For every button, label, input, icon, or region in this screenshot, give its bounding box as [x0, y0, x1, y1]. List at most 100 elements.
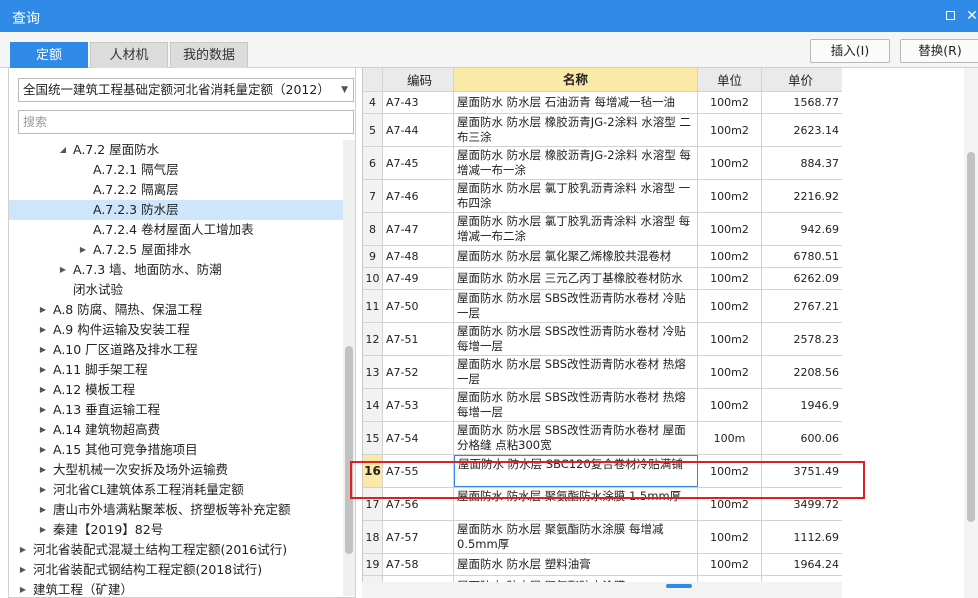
table-row[interactable]: 10 A7-49 屋面防水 防水层 三元乙丙丁基橡胶卷材防水 100m2 6262.09	[363, 268, 842, 290]
row-index[interactable]: 4	[363, 92, 383, 113]
cell-code[interactable]: A7-44	[383, 114, 454, 146]
row-index[interactable]: 7	[363, 180, 383, 212]
cell-price[interactable]: 2578.23	[762, 323, 842, 355]
cell-code[interactable]: A7-57	[383, 521, 454, 553]
cell-price[interactable]: 884.37	[762, 147, 842, 179]
table-row[interactable]: 13 A7-52 屋面防水 防水层 SBS改性沥青防水卷材 热熔 一层 100m2 22…	[363, 356, 842, 389]
tree-item[interactable]: A.7.2.3 防水层	[9, 200, 343, 220]
cell-unit[interactable]: 100m2	[698, 213, 762, 245]
cell-name[interactable]: 屋面防水 防水层 SBS改性沥青防水卷材 热熔 一层	[454, 356, 698, 388]
cell-code[interactable]: A7-47	[383, 213, 454, 245]
collapsed-triangle-icon[interactable]: ▶	[77, 240, 89, 260]
scrollbar-thumb[interactable]	[967, 152, 975, 522]
cell-unit[interactable]: 100m2	[698, 246, 762, 267]
scrollbar-thumb[interactable]	[345, 346, 353, 554]
cell-name[interactable]: 屋面防水 防水层 塑料油膏	[454, 554, 698, 575]
tree-item[interactable]: ▶ 秦建【2019】82号	[9, 520, 343, 540]
cell-name[interactable]: 屋面防水 防水层 三元乙丙丁基橡胶卷材防水	[454, 268, 698, 289]
collapsed-triangle-icon[interactable]: ▶	[17, 560, 29, 580]
tree-item[interactable]: ▶ A.8 防腐、隔热、保温工程	[9, 300, 343, 320]
cell-price[interactable]: 1568.77	[762, 92, 842, 113]
tree-item[interactable]: ▶ 河北省装配式钢结构工程定额(2018试行)	[9, 560, 343, 580]
collapsed-triangle-icon[interactable]: ▶	[37, 360, 49, 380]
cell-unit[interactable]: 100m2	[698, 268, 762, 289]
cell-price[interactable]: 1112.69	[762, 521, 842, 553]
maximize-button[interactable]	[940, 6, 960, 26]
cell-name[interactable]: 屋面防水 防水层 氯丁胶乳沥青涂料 水溶型 一布四涂	[454, 180, 698, 212]
cell-name[interactable]: 屋面防水 防水层 橡胶沥青JG-2涂料 水溶型 每增减一布一涂	[454, 147, 698, 179]
tree-item[interactable]: ▶ 建筑工程（矿建）	[9, 580, 343, 598]
tree-item[interactable]: ▶ A.14 建筑物超高费	[9, 420, 343, 440]
tree-item[interactable]: ▶ A.11 脚手架工程	[9, 360, 343, 380]
collapsed-triangle-icon[interactable]: ▶	[37, 380, 49, 400]
table-row[interactable]: 19 A7-58 屋面防水 防水层 塑料油膏 100m2 1964.24	[363, 554, 842, 576]
cell-code[interactable]: A7-48	[383, 246, 454, 267]
table-row[interactable]: 8 A7-47 屋面防水 防水层 氯丁胶乳沥青涂料 水溶型 每增减一布二涂 100m2…	[363, 213, 842, 246]
collapsed-triangle-icon[interactable]: ▶	[37, 400, 49, 420]
insert-button[interactable]: 插入(I)	[810, 39, 890, 63]
collapsed-triangle-icon[interactable]: ▶	[37, 480, 49, 500]
row-index[interactable]: 11	[363, 290, 383, 322]
cell-price[interactable]: 1964.24	[762, 554, 842, 575]
cell-price[interactable]: 942.69	[762, 213, 842, 245]
cell-code[interactable]: A7-46	[383, 180, 454, 212]
cell-name[interactable]: 屋面防水 防水层 SBS改性沥青防水卷材 冷贴 每增一层	[454, 323, 698, 355]
tree-item[interactable]: ◢ A.7.2 屋面防水	[9, 140, 343, 160]
cell-price[interactable]: 1946.9	[762, 389, 842, 421]
tree-item[interactable]: ▶ 唐山市外墙满粘聚苯板、挤塑板等补充定额	[9, 500, 343, 520]
tree-item[interactable]: ▶ A.13 垂直运输工程	[9, 400, 343, 420]
tree-item[interactable]: ▶ 河北省CL建筑体系工程消耗量定额	[9, 480, 343, 500]
tree-item[interactable]: ▶ A.15 其他可竞争措施项目	[9, 440, 343, 460]
tab-my-data[interactable]: 我的数据	[170, 42, 248, 68]
tree-item[interactable]: A.7.2.2 隔离层	[9, 180, 343, 200]
collapsed-triangle-icon[interactable]: ▶	[57, 260, 69, 280]
cell-code[interactable]: A7-58	[383, 554, 454, 575]
cell-price[interactable]: 2623.14	[762, 114, 842, 146]
tree-item[interactable]: ▶ 河北省装配式混凝土结构工程定额(2016试行)	[9, 540, 343, 560]
quota-library-select[interactable]: 全国统一建筑工程基础定额河北省消耗量定额（2012） ▼	[18, 78, 354, 102]
expanded-triangle-icon[interactable]: ◢	[57, 140, 69, 160]
cell-unit[interactable]: 100m2	[698, 554, 762, 575]
cell-price[interactable]: 2767.21	[762, 290, 842, 322]
row-index[interactable]: 19	[363, 554, 383, 575]
cell-code[interactable]: A7-50	[383, 290, 454, 322]
cell-code[interactable]: A7-53	[383, 389, 454, 421]
tree-item[interactable]: A.7.2.1 隔气层	[9, 160, 343, 180]
cell-price[interactable]: 2208.56	[762, 356, 842, 388]
cell-unit[interactable]: 100m2	[698, 290, 762, 322]
replace-button[interactable]: 替换(R)	[900, 39, 978, 63]
table-row[interactable]: 11 A7-50 屋面防水 防水层 SBS改性沥青防水卷材 冷贴 一层 100m2 27…	[363, 290, 842, 323]
cell-unit[interactable]: 100m2	[698, 180, 762, 212]
grid-vertical-scrollbar[interactable]	[964, 68, 978, 598]
header-unit[interactable]: 单位	[698, 68, 762, 91]
collapsed-triangle-icon[interactable]: ▶	[37, 340, 49, 360]
tree-item[interactable]: 闭水试验	[9, 280, 343, 300]
cell-code[interactable]: A7-43	[383, 92, 454, 113]
row-index[interactable]: 12	[363, 323, 383, 355]
tree-item[interactable]: ▶ A.7.3 墙、地面防水、防潮	[9, 260, 343, 280]
cell-price[interactable]: 600.06	[762, 422, 842, 454]
grid-horizontal-scrollbar[interactable]	[362, 582, 842, 598]
row-index[interactable]: 15	[363, 422, 383, 454]
scrollbar-thumb[interactable]	[666, 584, 692, 588]
cell-name[interactable]: 屋面防水 防水层 SBS改性沥青防水卷材 屋面分格缝 点粘300宽	[454, 422, 698, 454]
row-index[interactable]: 5	[363, 114, 383, 146]
collapsed-triangle-icon[interactable]: ▶	[37, 460, 49, 480]
header-name[interactable]: 名称	[454, 68, 698, 91]
header-price[interactable]: 单价	[762, 68, 842, 91]
table-row[interactable]: 15 A7-54 屋面防水 防水层 SBS改性沥青防水卷材 屋面分格缝 点粘300宽…	[363, 422, 842, 455]
tree-scrollbar[interactable]	[343, 140, 355, 596]
table-row[interactable]: 7 A7-46 屋面防水 防水层 氯丁胶乳沥青涂料 水溶型 一布四涂 100m2 221…	[363, 180, 842, 213]
cell-unit[interactable]: 100m2	[698, 114, 762, 146]
collapsed-triangle-icon[interactable]: ▶	[37, 500, 49, 520]
collapsed-triangle-icon[interactable]: ▶	[37, 520, 49, 540]
tree-item[interactable]: ▶ A.10 厂区道路及排水工程	[9, 340, 343, 360]
cell-price[interactable]: 6262.09	[762, 268, 842, 289]
tree-item[interactable]: ▶ A.7.2.5 屋面排水	[9, 240, 343, 260]
cell-name[interactable]: 屋面防水 防水层 氯化聚乙烯橡胶共混卷材	[454, 246, 698, 267]
row-index[interactable]: 10	[363, 268, 383, 289]
cell-name[interactable]: 屋面防水 防水层 SBS改性沥青防水卷材 冷贴 一层	[454, 290, 698, 322]
cell-unit[interactable]: 100m	[698, 422, 762, 454]
cell-name[interactable]: 屋面防水 防水层 聚氨酯防水涂膜 每增减0.5mm厚	[454, 521, 698, 553]
table-row[interactable]: 14 A7-53 屋面防水 防水层 SBS改性沥青防水卷材 热熔 每增一层 100m2…	[363, 389, 842, 422]
